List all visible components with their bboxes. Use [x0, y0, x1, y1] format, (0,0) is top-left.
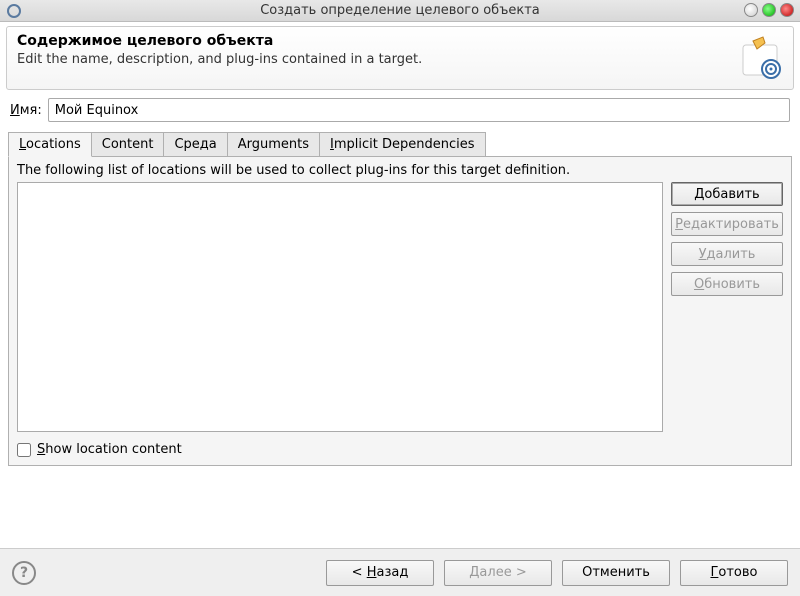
target-icon — [735, 33, 783, 81]
tab-arguments[interactable]: Arguments — [227, 132, 320, 156]
page-title: Содержимое целевого объекта — [17, 33, 735, 49]
tab-environment[interactable]: Среда — [163, 132, 227, 156]
tab-implicit-deps[interactable]: Implicit Dependencies — [319, 132, 486, 156]
minimize-button[interactable] — [744, 3, 758, 17]
back-button[interactable]: < Назад — [326, 560, 434, 586]
wizard-footer: ? < Назад Далее > Отменить Готово — [0, 548, 800, 596]
page-subtitle: Edit the name, description, and plug-ins… — [17, 52, 735, 67]
show-location-content-label: Show location content — [37, 442, 182, 457]
edit-button[interactable]: Редактировать — [671, 212, 783, 236]
wizard-header: Содержимое целевого объекта Edit the nam… — [6, 26, 794, 90]
name-input[interactable] — [48, 98, 790, 122]
show-location-content-checkbox[interactable] — [17, 443, 31, 457]
locations-list[interactable] — [17, 182, 663, 432]
window-title: Создать определение целевого объекта — [260, 3, 540, 18]
maximize-button[interactable] — [762, 3, 776, 17]
close-button[interactable] — [780, 3, 794, 17]
finish-button[interactable]: Готово — [680, 560, 788, 586]
tab-content[interactable]: Content — [91, 132, 165, 156]
name-label: Имя: — [10, 103, 42, 118]
title-bar: Создать определение целевого объекта — [0, 0, 800, 22]
update-button[interactable]: Обновить — [671, 272, 783, 296]
locations-description: The following list of locations will be … — [17, 163, 783, 178]
window-controls — [744, 3, 794, 17]
next-button[interactable]: Далее > — [444, 560, 552, 586]
tab-panel-locations: The following list of locations will be … — [8, 156, 792, 466]
app-icon — [6, 3, 22, 23]
help-button[interactable]: ? — [12, 561, 36, 585]
show-location-content-row: Show location content — [17, 442, 783, 457]
add-button[interactable]: Добавить — [671, 182, 783, 206]
name-row: Имя: — [10, 98, 790, 122]
remove-button[interactable]: Удалить — [671, 242, 783, 266]
locations-buttons: Добавить Редактировать Удалить Обновить — [671, 182, 783, 432]
cancel-button[interactable]: Отменить — [562, 560, 670, 586]
tab-strip: Locations Content Среда Arguments Implic… — [8, 132, 792, 156]
tabs-area: Locations Content Среда Arguments Implic… — [8, 132, 792, 466]
tab-locations[interactable]: Locations — [8, 132, 92, 157]
